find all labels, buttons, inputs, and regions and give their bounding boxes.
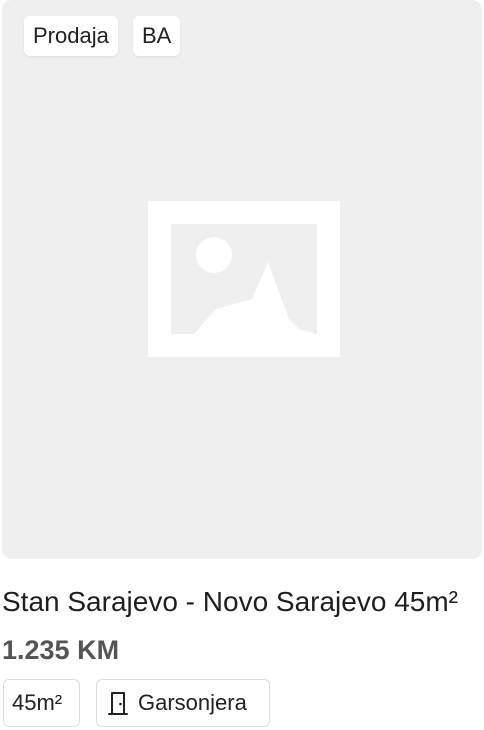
door-icon [108,692,128,715]
rooms-value: Garsonjera [138,690,247,715]
rooms-chip: Garsonjera [96,679,270,727]
listing-title[interactable]: Stan Sarajevo - Novo Sarajevo 45m² [2,583,458,621]
listing-price: 1.235 KM [2,635,120,665]
listing-card[interactable]: Prodaja BA Stan Sarajevo - Novo Sarajevo… [0,0,484,730]
country-badge: BA [133,16,181,56]
area-chip: 45m² [3,679,80,727]
listing-type-badge: Prodaja [24,16,118,56]
listing-image[interactable]: Prodaja BA [2,0,482,559]
image-placeholder-icon [148,201,340,357]
area-value: 45m² [12,690,63,715]
